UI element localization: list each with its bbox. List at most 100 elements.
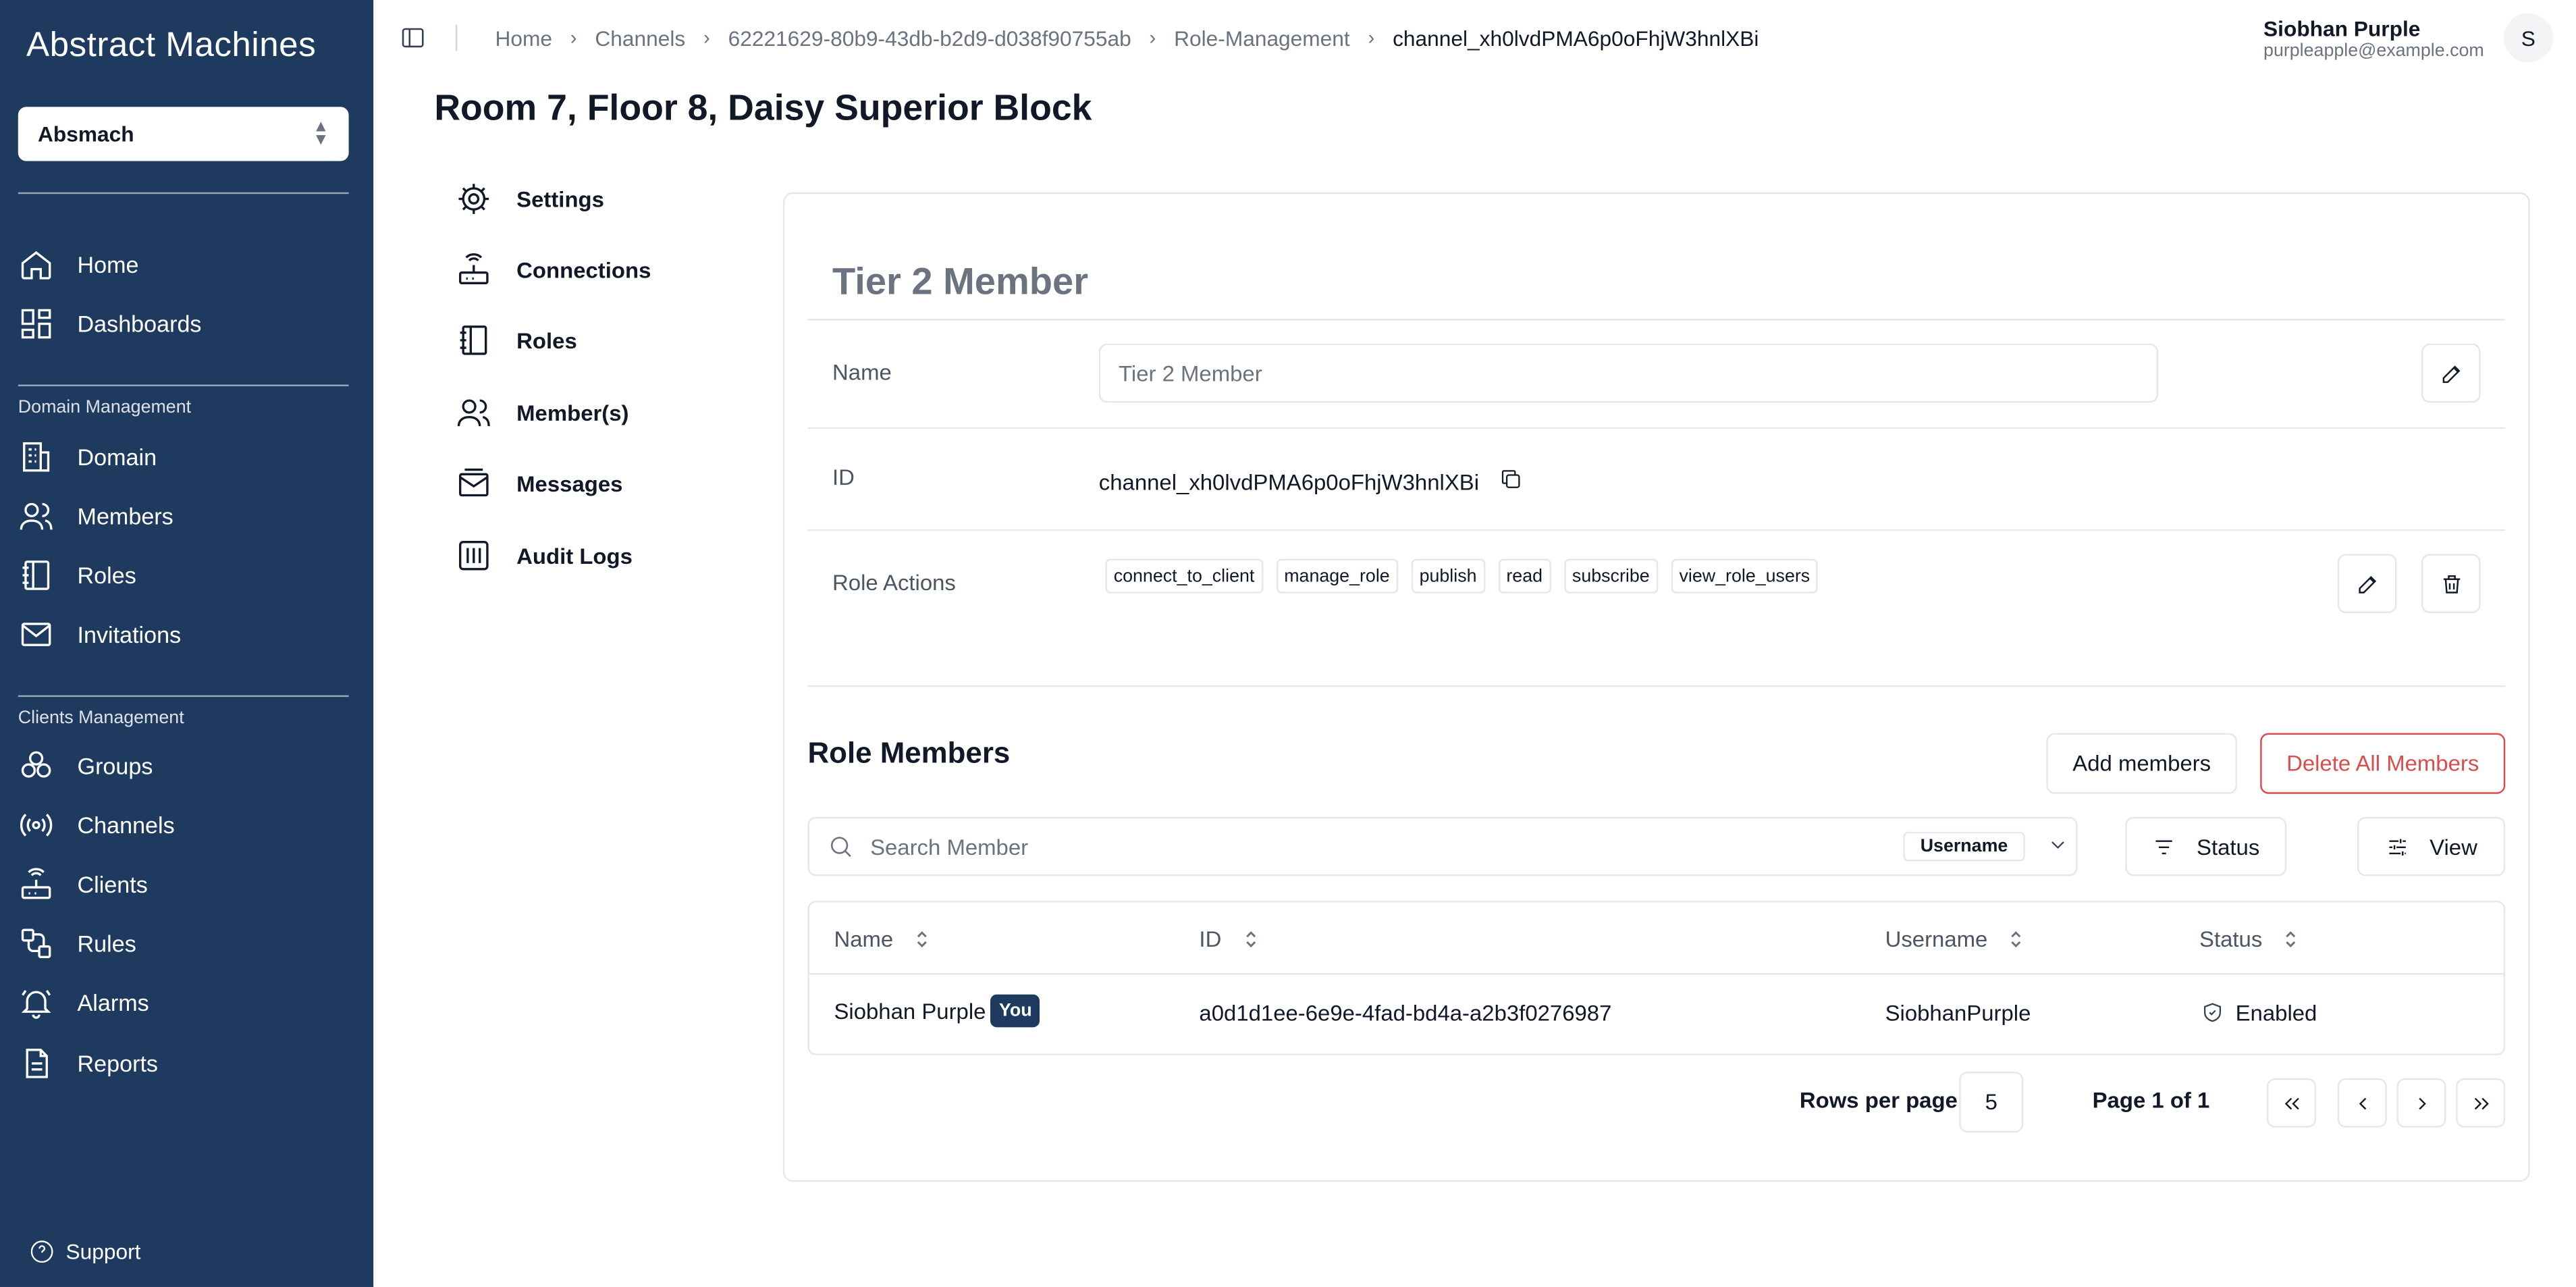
edit-actions-button[interactable] (2337, 554, 2397, 613)
subnav-connections[interactable]: Connections (456, 250, 651, 289)
rows-per-page-select[interactable]: 5 (1959, 1072, 2024, 1133)
sidebar-toggle-icon[interactable] (400, 25, 426, 51)
role-name-input[interactable]: Tier 2 Member (1098, 343, 2159, 403)
sidebar-item-label: Alarms (77, 989, 149, 1016)
column-header-id[interactable]: ID (1199, 922, 1259, 955)
sidebar-item-label: Domain (77, 444, 157, 471)
breadcrumb-channel-id[interactable]: 62221629-80b9-43db-b2d9-d038f90755ab (728, 26, 1131, 51)
sidebar-item-label: Invitations (77, 621, 182, 648)
sidebar-item-groups[interactable]: Groups (18, 743, 349, 789)
pencil-icon (2442, 365, 2460, 382)
divider (807, 319, 2506, 321)
sidebar-item-members[interactable]: Members (18, 493, 349, 539)
home-icon (21, 251, 51, 280)
sort-icon (1245, 930, 1255, 947)
sidebar-item-domain[interactable]: Domain (18, 434, 349, 480)
breadcrumb-current: channel_xh0lvdPMA6p0oFhjW3hnlXBi (1393, 25, 1759, 51)
sidebar-item-reports[interactable]: Reports (18, 1041, 349, 1086)
members-icon (457, 399, 490, 427)
chevron-right-icon: › (1149, 26, 1156, 50)
sidebar-item-invitations[interactable]: Invitations (18, 612, 349, 658)
subnav-label: Messages (516, 471, 623, 496)
first-page-button[interactable] (2266, 1078, 2317, 1128)
delete-actions-button[interactable] (2421, 554, 2481, 613)
filter-icon (2156, 839, 2173, 853)
add-members-button[interactable]: Add members (2046, 733, 2238, 794)
search-icon (828, 833, 854, 860)
chevron-down-icon[interactable] (2046, 833, 2069, 856)
view-options-button[interactable]: View (2357, 816, 2506, 876)
chevron-right-icon: › (570, 26, 577, 50)
domain-icon (23, 442, 50, 472)
sidebar-item-label: Roles (77, 562, 136, 589)
sidebar-item-label: Clients (77, 871, 148, 898)
search-member-input[interactable]: Search Member (807, 816, 2078, 876)
column-header-label: Username (1885, 926, 1988, 951)
column-header-status[interactable]: Status (2199, 922, 2300, 955)
you-badge: You (990, 994, 1040, 1028)
column-header-label: Status (2199, 926, 2263, 951)
column-header-username[interactable]: Username (1885, 922, 2026, 955)
sidebar-item-roles[interactable]: Roles (18, 552, 349, 598)
breadcrumb-channels[interactable]: Channels (595, 26, 685, 51)
report-icon (26, 1049, 48, 1078)
support-link[interactable]: Support (30, 1239, 141, 1264)
chevron-right-icon: › (703, 26, 710, 50)
cell-name: Siobhan Purple You (834, 993, 1040, 1029)
sidebar-item-clients[interactable]: Clients (18, 862, 349, 908)
sidebar-item-label: Members (77, 502, 173, 529)
sidebar-item-home[interactable]: Home (18, 242, 349, 288)
breadcrumb-home[interactable]: Home (495, 26, 552, 51)
action-tag: subscribe (1563, 558, 1658, 594)
subnav-messages[interactable]: Messages (456, 463, 622, 502)
status-filter-button[interactable]: Status (2125, 816, 2287, 876)
name-label: Name (832, 360, 892, 385)
cell-id: a0d1d1ee-6e9e-4fad-bd4a-a2b3f0276987 (1199, 1000, 1612, 1025)
delete-all-members-button[interactable]: Delete All Members (2260, 733, 2506, 794)
status-text: Enabled (2235, 1000, 2317, 1025)
subnav-label: Member(s) (516, 400, 629, 425)
view-options-label: View (2430, 834, 2477, 859)
search-placeholder: Search Member (870, 834, 1029, 859)
brand-logo: Abstract Machines (26, 26, 317, 64)
subnav-members[interactable]: Member(s) (456, 393, 629, 432)
sidebar-divider (18, 384, 349, 387)
org-selector[interactable]: Absmach ▲ ▼ (18, 107, 349, 161)
sliders-icon (2389, 838, 2406, 855)
sidebar-item-label: Rules (77, 930, 136, 957)
sidebar-item-label: Home (77, 251, 139, 278)
copy-icon[interactable] (1499, 467, 1524, 492)
breadcrumb-role-management[interactable]: Role-Management (1174, 26, 1350, 51)
page-title: Room 7, Floor 8, Daisy Superior Block (434, 87, 1092, 128)
user-name: Siobhan Purple (2263, 16, 2421, 41)
sidebar-item-dashboards[interactable]: Dashboards (18, 300, 349, 346)
role-members-title: Role Members (807, 736, 1011, 770)
sidebar-item-label: Channels (77, 812, 175, 839)
column-header-name[interactable]: Name (834, 922, 931, 955)
subnav-roles[interactable]: Roles (456, 321, 577, 360)
role-name-placeholder: Tier 2 Member (1119, 361, 1262, 386)
avatar[interactable]: S (2503, 13, 2553, 63)
sidebar-item-channels[interactable]: Channels (18, 802, 349, 848)
subnav-audit-logs[interactable]: Audit Logs (456, 536, 633, 575)
column-header-label: Name (834, 926, 894, 951)
chevrons-right-icon (2473, 1097, 2488, 1109)
subnav-label: Roles (516, 327, 577, 353)
user-info[interactable]: Siobhan Purple purpleapple@example.com (2263, 16, 2484, 62)
shield-check-icon (2201, 1001, 2224, 1024)
role-heading: Tier 2 Member (832, 259, 1089, 303)
router-icon (459, 253, 489, 284)
cell-username: SiobhanPurple (1885, 1000, 2031, 1025)
last-page-button[interactable] (2456, 1078, 2506, 1128)
search-field-select[interactable]: Username (1903, 831, 2025, 862)
divider (807, 427, 2506, 429)
previous-page-button[interactable] (2337, 1078, 2387, 1128)
divider (807, 685, 2506, 687)
next-page-button[interactable] (2396, 1078, 2446, 1128)
user-email: purpleapple@example.com (2263, 41, 2484, 61)
rules-icon (21, 928, 51, 958)
edit-name-button[interactable] (2421, 343, 2481, 403)
sidebar-item-alarms[interactable]: Alarms (18, 980, 349, 1026)
sidebar-item-rules[interactable]: Rules (18, 920, 349, 966)
subnav-settings[interactable]: Settings (456, 179, 604, 218)
